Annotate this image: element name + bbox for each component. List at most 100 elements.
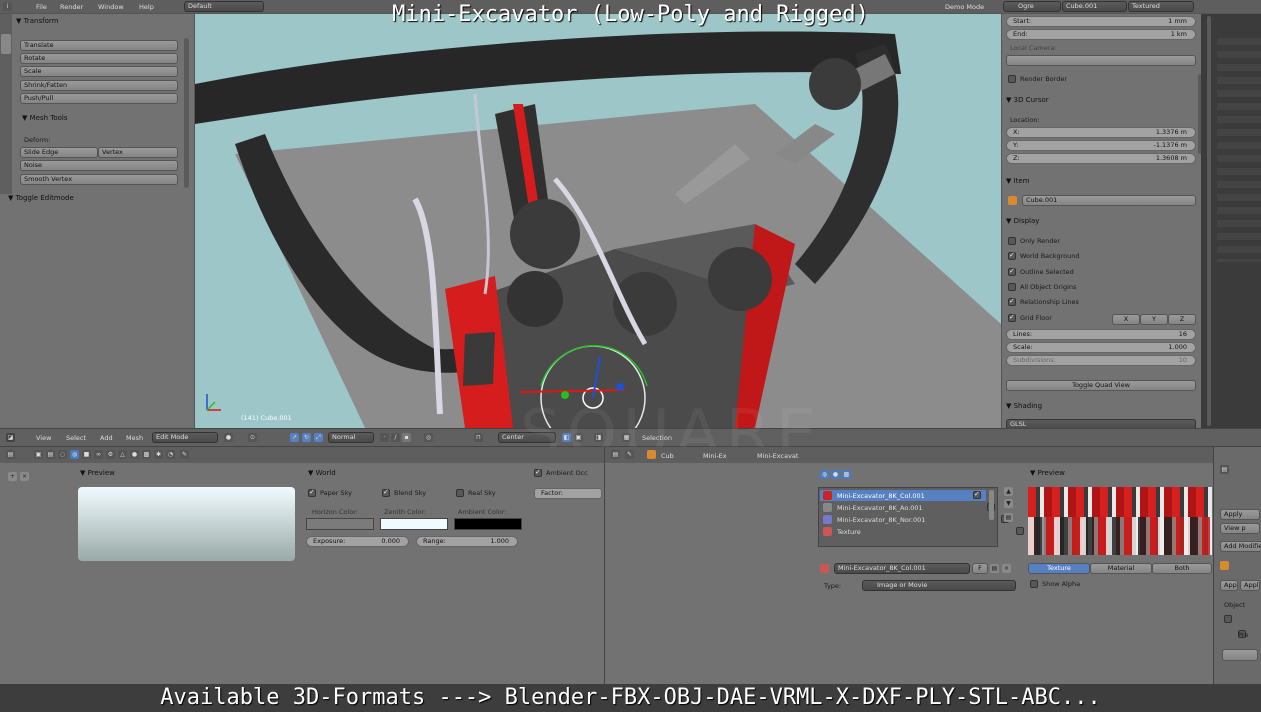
shading-mode-field[interactable]: GLSL [1006,419,1196,428]
vertex-select-icon[interactable]: · [380,433,389,442]
scale-button[interactable]: Scale [20,66,178,77]
fake-user-button[interactable]: F [972,563,988,574]
toggle-editmode-header[interactable]: ▼ Toggle Editmode [8,194,74,202]
texture-preview-header[interactable]: ▼ Preview [1030,469,1065,477]
texture-slot-scrollbar[interactable] [989,490,994,520]
ao-factor-field[interactable]: Factor: [534,488,602,499]
texture-slot-2[interactable]: Mini-Excavator_8K_Ao.001 [837,504,923,512]
3d-cursor-panel-header[interactable]: ▼ 3D Cursor [1006,96,1049,104]
face-select-icon[interactable]: ▪ [402,433,411,442]
paper-sky-checkbox[interactable] [308,488,316,497]
breadcrumb-material[interactable]: Mini-Ex [703,452,727,460]
grid-floor-toggle[interactable]: Grid Floor [1008,313,1052,322]
scene-tab-icon[interactable]: ◌ [58,450,67,459]
rotate-button[interactable]: Rotate [20,53,178,64]
horizon-color-swatch[interactable] [306,518,374,530]
world-background-checkbox[interactable] [1008,251,1016,260]
close-icon[interactable]: × [20,472,29,481]
edge-select-icon[interactable]: / [391,433,400,442]
ambient-occlusion-header[interactable]: Ambient Occ [534,468,588,477]
manipulator-scale-icon[interactable]: ⤢ [314,433,323,442]
show-alpha-checkbox[interactable] [1030,580,1038,588]
grid-subdiv-field[interactable]: Subdivisions: 10 [1006,355,1196,366]
slide-edge-button[interactable]: Slide Edge [20,147,98,158]
outliner-scrollbar[interactable] [1207,16,1211,426]
show-alpha-toggle[interactable]: Show Alpha [1030,580,1080,588]
mesh-menu[interactable]: Mesh [126,434,143,442]
ambient-occlusion-checkbox[interactable] [534,468,542,477]
relationship-lines-checkbox[interactable] [1008,297,1016,306]
data-tab-icon[interactable]: △ [118,450,127,459]
world-panel-header[interactable]: ▼ World [308,469,336,477]
physics-tab-icon[interactable]: ◔ [166,450,175,459]
cursor-z-field[interactable]: Z: 1.3608 m [1006,153,1196,164]
slot-move-down-icon[interactable]: ▼ [1004,499,1013,508]
texture-slot-3[interactable]: Mini-Excavator_8K_Nor.001 [837,516,925,524]
translate-button[interactable]: Translate [20,40,178,51]
editor-type-icon[interactable]: ◪ [6,433,15,442]
texture-type-selector[interactable]: Image or Movie [862,580,1016,591]
breadcrumb-object[interactable]: Cub [661,452,674,460]
manipulator-rotate-icon[interactable]: ↻ [302,433,311,442]
local-camera-field[interactable] [1006,55,1196,66]
modifier-stack-buttons[interactable] [1222,649,1258,661]
constraints-tab-icon[interactable]: ∞ [94,450,103,459]
texture-unlink-icon[interactable]: × [1002,564,1011,573]
preview-both-tab[interactable]: Both [1152,563,1212,574]
paper-sky-toggle[interactable]: Paper Sky [308,488,352,497]
texture-slot-4-checkbox[interactable] [1015,527,1024,535]
item-name-field[interactable]: Cube.001 [1022,195,1196,206]
preview-material-tab[interactable]: Material [1090,563,1152,574]
mode-selector[interactable]: Edit Mode [152,432,218,443]
outline-selected-checkbox[interactable] [1008,267,1016,276]
view-tab[interactable]: View p [1220,523,1260,534]
add-icon[interactable]: + [8,472,17,481]
blend-sky-checkbox[interactable] [382,488,390,497]
render-border-toggle[interactable]: Render Border [1008,75,1067,83]
modifier-editor-icon[interactable]: ▤ [1220,465,1229,474]
push-pull-button[interactable]: Push/Pull [20,93,178,104]
ambient-color-swatch[interactable] [454,518,522,530]
preview-texture-tab[interactable]: Texture [1028,563,1090,574]
axis-z-toggle[interactable]: Z [1168,314,1196,325]
world-background-toggle[interactable]: World Background [1008,251,1079,260]
proportional-edit-icon[interactable]: ◎ [424,433,433,442]
shrink-fatten-button[interactable]: Shrink/Fatten [20,80,178,91]
add-menu[interactable]: Add [100,434,113,442]
toolshelf-scrollbar[interactable] [184,38,189,188]
vertex-slide-button[interactable]: Vertex [98,147,178,158]
toggle-quad-view-button[interactable]: Toggle Quad View [1006,380,1196,391]
texture-pin-icon[interactable]: ✎ [625,450,634,459]
exposure-field[interactable]: Exposure: 0.000 [306,536,409,547]
blend-sky-toggle[interactable]: Blend Sky [382,488,426,497]
3d-viewport[interactable]: (141) Cube.001 [195,14,1001,428]
grid-floor-checkbox[interactable] [1008,313,1016,322]
all-origins-toggle[interactable]: All Object Origins [1008,283,1076,291]
grid-lines-field[interactable]: Lines: 16 [1006,329,1196,340]
real-sky-toggle[interactable]: Real Sky [456,489,496,497]
render-tab-icon[interactable]: ▣ [34,450,43,459]
relationship-lines-toggle[interactable]: Relationship Lines [1008,297,1079,306]
object-option-checkbox-1[interactable] [1224,615,1232,623]
texture-new-icon[interactable]: ▤ [990,564,999,573]
mesh-tools-header[interactable]: ▼ Mesh Tools [22,114,68,122]
only-render-checkbox[interactable] [1008,237,1016,245]
orientation-selector[interactable]: Normal [328,432,374,443]
display-panel-header[interactable]: ▼ Display [1006,217,1039,225]
pivot-icon[interactable]: ⊙ [248,433,257,442]
outline-selected-toggle[interactable]: Outline Selected [1008,267,1074,276]
texture-context-material-icon[interactable]: ● [831,470,840,479]
range-field[interactable]: Range: 1.000 [416,536,518,547]
slot-copy-icon[interactable]: ▤ [1004,513,1013,522]
axis-x-toggle[interactable]: X [1112,314,1140,325]
particles-tab-icon[interactable]: ✱ [154,450,163,459]
apply-tab[interactable]: Apply [1220,509,1260,520]
apply-button-1[interactable]: App [1220,580,1238,591]
render-border-checkbox[interactable] [1008,75,1016,83]
texture-context-world-icon[interactable]: ◍ [820,470,829,479]
real-sky-checkbox[interactable] [456,489,464,497]
noise-button[interactable]: Noise [20,160,178,171]
view-menu[interactable]: View [36,434,51,442]
world-preview-header[interactable]: ▼ Preview [80,469,115,477]
properties-editor-icon[interactable]: ▤ [6,450,15,459]
